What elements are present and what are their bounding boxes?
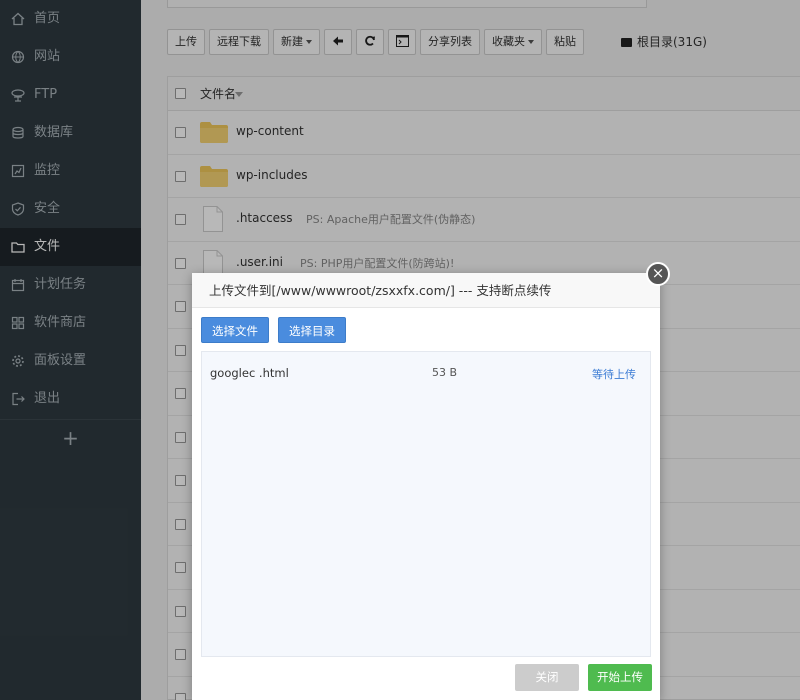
select-file-button[interactable]: 选择文件	[201, 317, 269, 343]
upload-file-name: googlec .html	[210, 366, 289, 380]
upload-status: 等待上传	[592, 368, 636, 381]
list-item: googlec .html 53 B 等待上传	[202, 364, 650, 384]
upload-file-size: 53 B	[432, 366, 458, 379]
select-buttons: 选择文件 选择目录	[201, 317, 355, 343]
upload-file-list[interactable]: googlec .html 53 B 等待上传	[201, 351, 651, 657]
dialog-title: 上传文件到[/www/wwwroot/zsxxfx.com/] --- 支持断点…	[192, 273, 660, 308]
select-directory-button[interactable]: 选择目录	[278, 317, 346, 343]
dialog-footer: 关闭 开始上传	[192, 661, 660, 700]
close-button[interactable]: 关闭	[515, 664, 579, 691]
start-upload-button[interactable]: 开始上传	[588, 664, 652, 691]
upload-dialog: 上传文件到[/www/wwwroot/zsxxfx.com/] --- 支持断点…	[192, 273, 660, 700]
close-icon[interactable]: ×	[646, 262, 670, 286]
